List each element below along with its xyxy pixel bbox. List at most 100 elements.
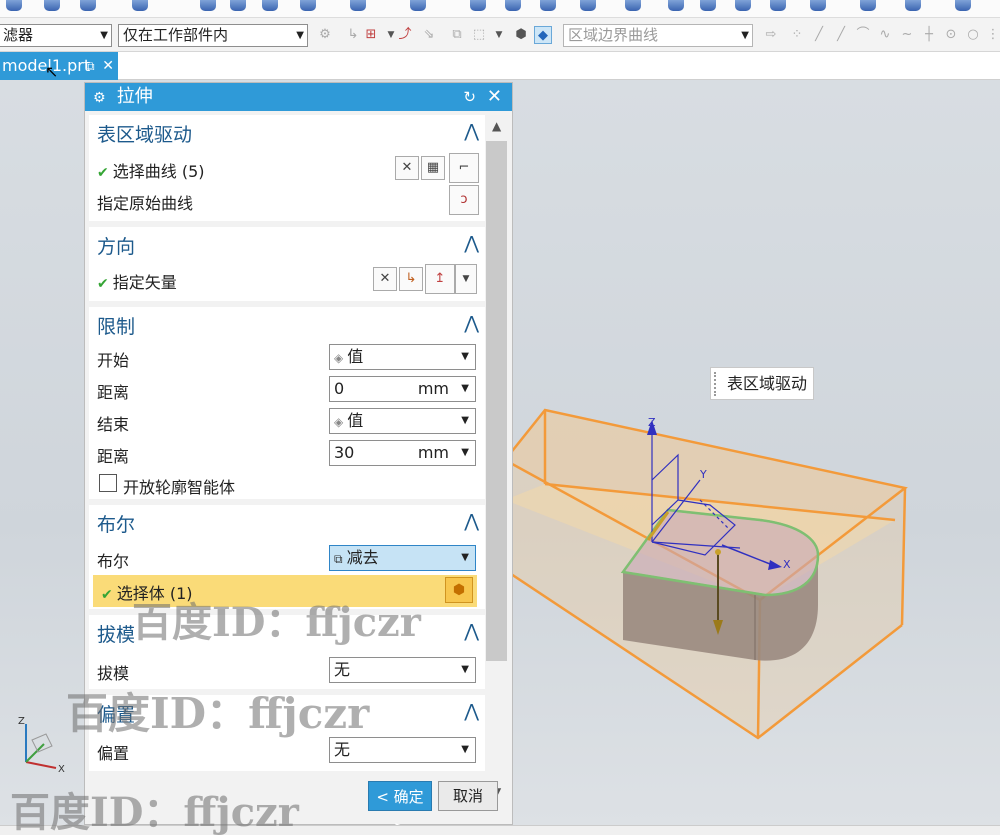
group-header[interactable]: 方向 ⋀ (89, 227, 485, 261)
ribbon-icon[interactable] (735, 0, 751, 11)
specify-original-row[interactable]: 指定原始曲线 ↄ (89, 185, 485, 215)
line-icon[interactable]: ╱ (832, 26, 850, 44)
reset-icon[interactable]: ↻ (463, 83, 476, 111)
collapse-icon[interactable]: ⋀ (464, 511, 479, 532)
gear-icon[interactable]: ⚙ (316, 26, 334, 44)
ribbon-icon[interactable] (860, 0, 876, 11)
ribbon-icon[interactable] (132, 0, 148, 11)
circle-icon[interactable]: ○ (964, 26, 982, 44)
selection-scope-select[interactable]: 仅在工作部件内 ▼ (118, 24, 308, 47)
ok-button[interactable]: < 确定 > (368, 781, 432, 835)
scroll-thumb[interactable] (486, 141, 507, 661)
component-icon[interactable]: ⬢ (512, 26, 530, 44)
ribbon-icon[interactable] (6, 0, 22, 11)
select-curve-icon[interactable]: ⤴ (396, 26, 414, 44)
collapse-icon[interactable]: ⋀ (464, 701, 479, 722)
chevron-down-icon: ▼ (461, 415, 469, 426)
lasso-icon[interactable]: ⧉ (448, 26, 466, 44)
wave-icon[interactable]: ~ (898, 26, 916, 44)
collapse-icon[interactable]: ⋀ (464, 621, 479, 642)
chevron-down-icon[interactable]: ▼ (461, 377, 469, 401)
ribbon-icon[interactable] (470, 0, 486, 11)
unit-label: mm (417, 443, 449, 462)
start-distance-value: 0 (334, 379, 345, 398)
snap-icon[interactable]: ↳ (344, 26, 362, 44)
ribbon-icon[interactable] (80, 0, 96, 11)
chevron-down-icon[interactable]: ▼ (455, 264, 477, 294)
grip-icon[interactable] (714, 372, 719, 396)
collapse-icon[interactable]: ⋀ (464, 233, 479, 254)
ribbon-icon[interactable] (505, 0, 521, 11)
select-curve-row[interactable]: ✔ 选择曲线 (5) ✕ ▦ ⌐ (89, 153, 485, 183)
cancel-button[interactable]: 取消 (438, 781, 498, 811)
check-icon: ✔ (97, 276, 109, 292)
select-feature-icon[interactable]: ⊞ (362, 26, 380, 44)
open-profile-row[interactable]: 开放轮廓智能体 (89, 469, 485, 499)
point-snap-icon[interactable]: ⁘ (788, 26, 806, 44)
end-type-select[interactable]: ◈ 值 ▼ (329, 408, 476, 434)
spline-icon[interactable]: ∿ (876, 26, 894, 44)
ribbon-icon[interactable] (230, 0, 246, 11)
more-icon[interactable]: ⋮ (984, 26, 1000, 44)
center-icon[interactable]: ⊙ (942, 26, 960, 44)
start-distance-input[interactable]: 0 mm ▼ (329, 376, 476, 402)
ribbon-icon[interactable] (955, 0, 971, 11)
ribbon-icon[interactable] (905, 0, 921, 11)
ribbon-icon[interactable] (770, 0, 786, 11)
dialog-scrollbar[interactable]: ▲ ▼ (486, 113, 512, 803)
solid-body-icon[interactable]: ⬢ (445, 577, 473, 603)
gear-icon[interactable]: ⚙ (93, 84, 111, 112)
ribbon-icon[interactable] (300, 0, 316, 11)
boolean-select[interactable]: ⧉ 减去 ▼ (329, 545, 476, 571)
select-face-icon[interactable]: ⇘ (420, 26, 438, 44)
open-profile-checkbox[interactable] (99, 474, 117, 492)
collapse-icon[interactable]: ⋀ (464, 313, 479, 334)
group-header[interactable]: 限制 ⋀ (89, 307, 485, 341)
vector-dialog-icon[interactable]: ↳ (399, 267, 423, 291)
intersect-icon[interactable]: ┼ (920, 26, 938, 44)
value-cube-icon: ◈ (334, 415, 344, 429)
ribbon-icon[interactable] (200, 0, 216, 11)
ribbon-icon[interactable] (625, 0, 641, 11)
tab-model1-prt[interactable]: model1.prt ⧉ ✕ (0, 52, 118, 80)
group-header[interactable]: 布尔 ⋀ (89, 505, 485, 539)
chevron-down-icon[interactable]: ▼ (490, 26, 508, 44)
specify-vector-row[interactable]: ✔ 指定矢量 ✕ ↳ ↥ ▼ (89, 264, 485, 294)
ribbon-icon[interactable] (810, 0, 826, 11)
selection-scope-value: 仅在工作部件内 (123, 26, 229, 44)
arc-icon[interactable]: ⌒ (854, 26, 872, 44)
end-label: 结束 (97, 415, 130, 434)
chevron-down-icon[interactable]: ▼ (461, 441, 469, 465)
ribbon-icon[interactable] (262, 0, 278, 11)
ribbon-icon[interactable] (668, 0, 684, 11)
type-filter-select[interactable]: 滤器 ▼ (0, 24, 112, 47)
group-header[interactable]: 表区域驱动 ⋀ (89, 115, 485, 149)
end-distance-input[interactable]: 30 mm ▼ (329, 440, 476, 466)
close-icon[interactable]: ✕ (102, 52, 114, 80)
ribbon-icon[interactable] (44, 0, 60, 11)
chevron-down-icon: ▼ (461, 351, 469, 362)
arrow-right-icon[interactable]: ⇨ (762, 26, 780, 44)
curve-rule-select[interactable]: 区域边界曲线 ▼ (563, 24, 753, 47)
collapse-icon[interactable]: ⋀ (464, 121, 479, 142)
scroll-up-icon[interactable]: ▲ (492, 119, 501, 133)
dialog-title-bar[interactable]: ⚙ 拉伸 ↻ ✕ (85, 83, 512, 111)
start-type-select[interactable]: ◈ 值 ▼ (329, 344, 476, 370)
rectangle-select-icon[interactable]: ⬚ (470, 26, 488, 44)
ribbon-icon[interactable] (410, 0, 426, 11)
curve-select-icon[interactable]: ⌐ (449, 153, 479, 183)
ribbon-icon-strip (0, 0, 1000, 18)
ribbon-icon[interactable] (700, 0, 716, 11)
line-icon[interactable]: ╱ (810, 26, 828, 44)
reverse-direction-icon[interactable]: ✕ (373, 267, 397, 291)
ribbon-icon[interactable] (350, 0, 366, 11)
inferred-vector-icon[interactable]: ↥ (425, 264, 455, 294)
sketch-icon[interactable]: ▦ (421, 156, 445, 180)
original-curve-icon[interactable]: ↄ (449, 185, 479, 215)
ribbon-icon[interactable] (580, 0, 596, 11)
close-icon[interactable]: ✕ (487, 83, 502, 111)
cube-icon[interactable]: ◆ (534, 26, 552, 44)
reset-selection-icon[interactable]: ✕ (395, 156, 419, 180)
popout-icon[interactable]: ⧉ (86, 52, 95, 80)
ribbon-icon[interactable] (540, 0, 556, 11)
